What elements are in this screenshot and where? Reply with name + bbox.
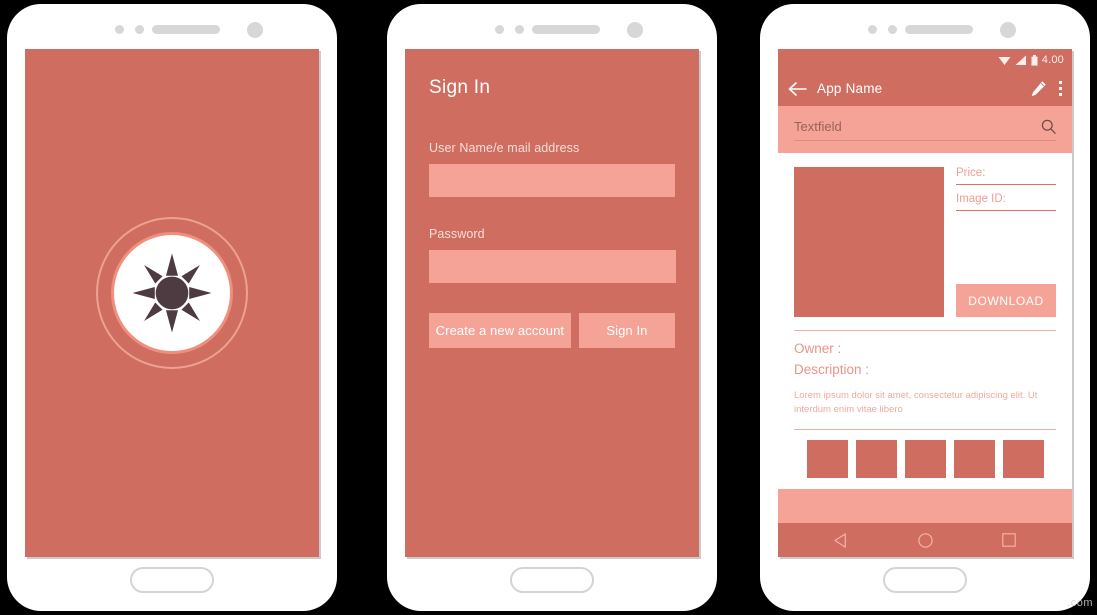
- image-id-field: Image ID:: [956, 193, 1056, 211]
- thumbnail-row: [778, 430, 1072, 479]
- battery-icon: [1031, 54, 1038, 66]
- page-title: Sign In: [429, 77, 491, 98]
- app-bar: App Name: [778, 71, 1072, 106]
- search-field-wrapper: [794, 118, 1056, 141]
- password-input[interactable]: [429, 250, 676, 283]
- sign-in-button[interactable]: Sign In: [578, 313, 675, 348]
- front-camera-icon: [627, 22, 643, 38]
- product-image[interactable]: [794, 167, 944, 317]
- earpiece-speaker: [905, 25, 973, 34]
- username-input[interactable]: [429, 164, 675, 197]
- back-arrow-icon[interactable]: [788, 81, 807, 96]
- app-root: 4.00 App Name Textfield Price: Image ID:…: [778, 49, 1072, 557]
- thumbnail-4[interactable]: [953, 440, 995, 479]
- username-label: User Name/e mail address: [429, 141, 580, 155]
- screen-signin: Sign In User Name/e mail address Passwor…: [405, 49, 699, 557]
- info-section: Owner : Description : Lorem ipsum dolor …: [778, 331, 1072, 416]
- bottom-band: [778, 489, 1072, 523]
- download-button[interactable]: DOWNLOAD: [956, 284, 1056, 317]
- detail-specs: Price: Image ID: DOWNLOAD: [956, 167, 1056, 317]
- create-account-button[interactable]: Create a new account: [429, 313, 571, 348]
- app-bar-title: App Name: [817, 81, 883, 96]
- image-id-label: Image ID:: [956, 193, 1006, 205]
- owner-label: Owner :: [794, 341, 842, 356]
- front-camera-icon: [247, 22, 263, 38]
- sensor-dot-icon: [115, 25, 124, 34]
- app-logo: [96, 217, 248, 369]
- front-camera-icon: [1000, 22, 1016, 38]
- phone-device-splash: [7, 4, 337, 611]
- sensor-dot-icon: [135, 25, 144, 34]
- android-nav-bar: [778, 523, 1072, 557]
- sensor-dot-icon: [515, 25, 524, 34]
- price-underline: [956, 184, 1056, 185]
- thumbnail-5[interactable]: [1002, 440, 1044, 479]
- description-label: Description :: [794, 361, 870, 377]
- phone-speaker-row: [7, 21, 337, 38]
- price-field: Price:: [956, 167, 1056, 185]
- sun-icon: [132, 253, 212, 333]
- signin-form: Sign In User Name/e mail address Passwor…: [405, 49, 699, 557]
- sensor-dot-icon: [868, 25, 877, 34]
- nav-recents-square-icon[interactable]: [1001, 532, 1017, 548]
- price-label: Price:: [956, 167, 986, 179]
- phone-device-app: 4.00 App Name Textfield Price: Image ID:…: [760, 4, 1090, 611]
- detail-section: Price: Image ID: DOWNLOAD: [778, 153, 1072, 317]
- signal-icon: [1015, 55, 1026, 65]
- nav-home-circle-icon[interactable]: [917, 532, 934, 549]
- password-label: Password: [429, 227, 485, 241]
- splash-background: [25, 49, 319, 557]
- signin-button-row: Create a new account Sign In: [429, 313, 675, 348]
- phone-device-signin: Sign In User Name/e mail address Passwor…: [387, 4, 717, 611]
- pencil-icon[interactable]: [1030, 80, 1047, 97]
- earpiece-speaker: [532, 25, 600, 34]
- description-body: Lorem ipsum dolor sit amet, consectetur …: [794, 389, 1038, 415]
- screenshot-stage: Sign In User Name/e mail address Passwor…: [0, 0, 1097, 615]
- sensor-dot-icon: [495, 25, 504, 34]
- search-bar: [778, 106, 1072, 153]
- search-icon[interactable]: [1041, 119, 1056, 134]
- thumbnail-2[interactable]: [855, 440, 897, 479]
- phone-speaker-row: [387, 21, 717, 38]
- hardware-home-button[interactable]: [130, 567, 214, 593]
- thumbnail-3[interactable]: [904, 440, 946, 479]
- screen-splash: [25, 49, 319, 557]
- earpiece-speaker: [152, 25, 220, 34]
- nav-back-triangle-icon[interactable]: [833, 532, 850, 549]
- status-time: 4.00: [1041, 54, 1064, 66]
- search-input[interactable]: [794, 118, 1035, 134]
- kebab-menu-icon[interactable]: [1057, 79, 1064, 98]
- sensor-dot-icon: [888, 25, 897, 34]
- wifi-icon: [998, 56, 1011, 65]
- hardware-home-button[interactable]: [883, 567, 967, 593]
- phone-speaker-row: [760, 21, 1090, 38]
- image-id-underline: [956, 210, 1056, 211]
- status-bar: 4.00: [778, 49, 1072, 71]
- screen-app: 4.00 App Name Textfield Price: Image ID:…: [778, 49, 1072, 557]
- hardware-home-button[interactable]: [510, 567, 594, 593]
- thumbnail-1[interactable]: [806, 440, 848, 479]
